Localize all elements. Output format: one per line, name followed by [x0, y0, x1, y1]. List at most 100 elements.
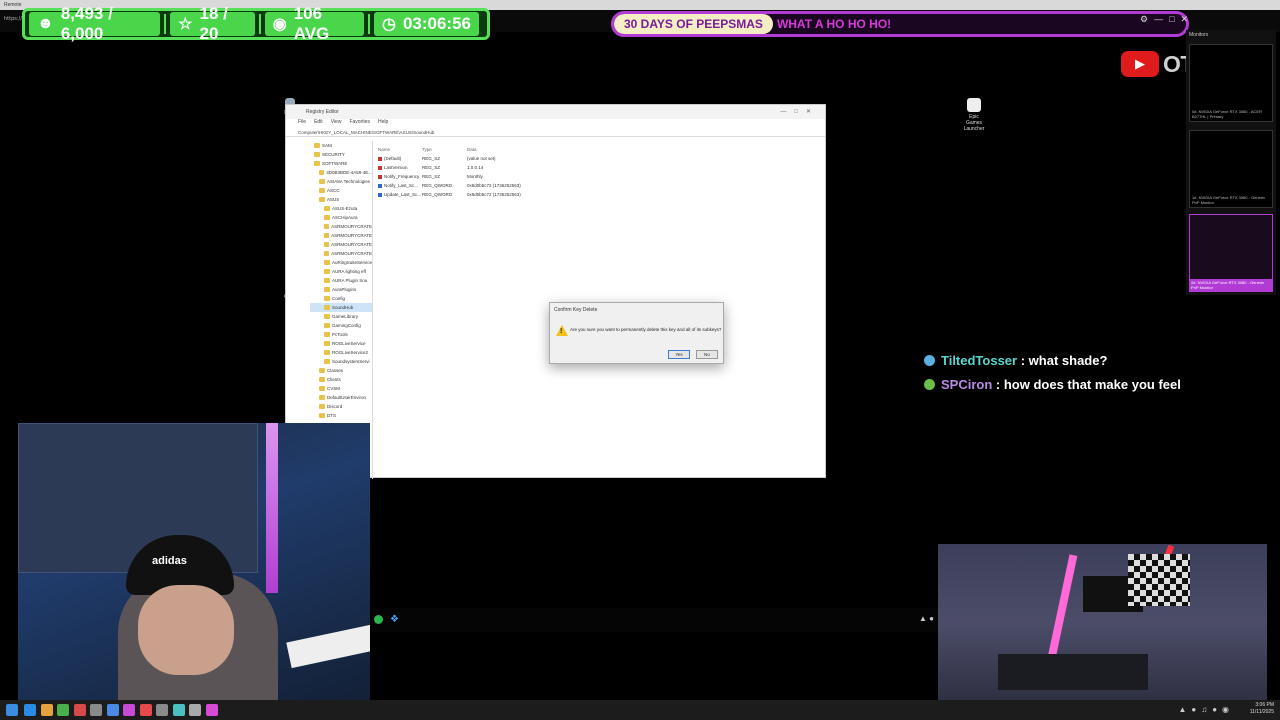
- col-type[interactable]: Type: [422, 145, 467, 154]
- taskbar-app-icon[interactable]: [73, 704, 86, 716]
- folder-icon: [319, 188, 325, 193]
- tree-node[interactable]: ASUS: [310, 195, 372, 204]
- menu-edit[interactable]: Edit: [314, 119, 323, 128]
- registry-values-list[interactable]: Name Type Data (Default) REG_SZ (value not…: [378, 145, 818, 199]
- tree-node-label: SoundsystemServi: [332, 359, 370, 364]
- taskbar-app-icon[interactable]: [139, 704, 152, 716]
- tree-node[interactable]: PcTools: [310, 330, 372, 339]
- folder-icon: [319, 368, 325, 373]
- registry-address-bar[interactable]: Computer\HKEY_LOCAL_MACHINE\SOFTWARE\ASU…: [286, 128, 825, 137]
- tray-icons[interactable]: ▲ ●: [919, 614, 934, 623]
- folder-icon: [319, 179, 325, 184]
- taskbar-app-icon[interactable]: [123, 704, 135, 716]
- tree-node[interactable]: SoundsystemServi: [310, 357, 372, 366]
- system-tray[interactable]: ▲●♫●◉: [1178, 705, 1234, 714]
- tree-node[interactable]: SAM: [310, 141, 372, 150]
- col-name[interactable]: Name: [378, 145, 422, 154]
- tree-node[interactable]: ASRMOURYCRATE: [310, 249, 372, 258]
- start-icon[interactable]: [6, 704, 18, 716]
- window-controls[interactable]: —□✕: [780, 105, 819, 119]
- monitor-thumb-0[interactable]: 0#. NVIDIA GeForce RTX 3080 - ACER B277H…: [1189, 44, 1273, 122]
- settings-icon[interactable]: ⚙: [1140, 14, 1148, 25]
- tree-node[interactable]: AURA lighting eff: [310, 267, 372, 276]
- value-row[interactable]: (Default) REG_SZ (value not set): [378, 154, 818, 163]
- tree-node[interactable]: AuraPlugins: [310, 285, 372, 294]
- tree-node[interactable]: SECURITY: [310, 150, 372, 159]
- folder-icon: [324, 269, 330, 274]
- keyboard-instrument: [286, 623, 370, 669]
- tree-node[interactable]: Clients: [310, 375, 372, 384]
- value-name: LastVersion: [378, 163, 422, 172]
- value-row[interactable]: Notify_Last_Sc... REG_QWORD 0x9d0b5c72 (17…: [378, 181, 818, 190]
- taskbar-app-icon[interactable]: [24, 704, 36, 716]
- minimize-icon[interactable]: —: [1154, 14, 1163, 25]
- no-button[interactable]: No: [696, 350, 718, 359]
- taskbar-clock[interactable]: 3:06 PM 11/11/2025: [1250, 702, 1274, 716]
- tree-node[interactable]: 3D0B3BDE-4A59-4E...: [310, 168, 372, 177]
- value-row[interactable]: Notify_Frequency REG_SZ Monthly: [378, 172, 818, 181]
- value-row[interactable]: Update_Last_Sc... REG_QWORD 0x9d0b5c72 (17…: [378, 190, 818, 199]
- tree-node[interactable]: CVSM: [310, 384, 372, 393]
- taskbar-app-icon[interactable]: [205, 704, 218, 716]
- yes-button[interactable]: Yes: [668, 350, 690, 359]
- tree-node[interactable]: DefaultUserEnviron: [310, 393, 372, 402]
- taskbar-app-icon[interactable]: [90, 704, 102, 716]
- stats-divider: [368, 14, 370, 34]
- tree-node[interactable]: SoundHub: [310, 303, 372, 312]
- epic-games-launcher-shortcut[interactable]: Epic Games Launcher: [962, 98, 986, 132]
- monitor-thumb-2[interactable]: 2#. NVIDIA GeForce RTX 3080 - Generic Pn…: [1189, 214, 1273, 292]
- tree-node[interactable]: ASCHipAura: [310, 213, 372, 222]
- maximize-icon[interactable]: □: [1169, 14, 1174, 25]
- tree-node-label: Classes: [327, 368, 344, 373]
- tree-node[interactable]: ASRMOURYCRATE: [310, 240, 372, 249]
- tree-node-label: GameLibrary: [332, 314, 359, 319]
- taskbar-app-icon[interactable]: [106, 704, 119, 716]
- folder-icon: [324, 287, 330, 292]
- app-icon[interactable]: ❖: [390, 614, 399, 625]
- tree-node[interactable]: ASUS-Ezuta: [310, 204, 372, 213]
- tree-node[interactable]: ASCC: [310, 186, 372, 195]
- tree-node[interactable]: ASRMOURYCRATE: [310, 231, 372, 240]
- tree-node[interactable]: GameLibrary: [310, 312, 372, 321]
- tree-node[interactable]: SOFTWARE: [310, 159, 372, 168]
- taskbar-app-icon[interactable]: [189, 704, 201, 716]
- folder-icon: [324, 215, 330, 220]
- monitors-panel: Monitors 0#. NVIDIA GeForce RTX 3080 - A…: [1186, 30, 1276, 295]
- tree-node[interactable]: Config: [310, 294, 372, 303]
- tree-node[interactable]: ROGLiveService2: [310, 348, 372, 357]
- value-data: (value not set): [467, 156, 496, 161]
- tree-node[interactable]: ASIA8A Technologies: [310, 177, 372, 186]
- menu-favorites[interactable]: Favorites: [349, 119, 370, 128]
- xbox-icon[interactable]: [374, 615, 383, 624]
- folder-icon: [324, 314, 330, 319]
- tree-node[interactable]: Classes: [310, 366, 372, 375]
- monitor-thumb-1[interactable]: 1#. NVIDIA GeForce RTX 3080 - Generic Pn…: [1189, 130, 1273, 208]
- col-data[interactable]: Data: [467, 145, 587, 154]
- tree-node[interactable]: AURA Plugin Sou: [310, 276, 372, 285]
- registry-titlebar[interactable]: Registry Editor —□✕: [286, 105, 825, 119]
- tree-node[interactable]: Discord: [310, 402, 372, 411]
- close-icon[interactable]: ✕: [1181, 14, 1189, 25]
- taskbar-app-icon[interactable]: [172, 704, 185, 716]
- taskbar-app-icon[interactable]: [156, 704, 168, 716]
- value-data: Monthly: [467, 174, 483, 179]
- menu-file[interactable]: File: [298, 119, 306, 128]
- tree-node-label: GamingConfig: [332, 323, 361, 328]
- tree-node[interactable]: DTS: [310, 411, 372, 420]
- menu-help[interactable]: Help: [378, 119, 388, 128]
- room-desk: [998, 654, 1148, 690]
- chat-text: how does that make you feel: [1003, 376, 1181, 392]
- tree-node[interactable]: ROGLiveService: [310, 339, 372, 348]
- registry-editor-window[interactable]: Registry Editor —□✕ File Edit View Favor…: [285, 104, 826, 479]
- chat-badge-icon: [924, 378, 935, 390]
- tree-node[interactable]: AuRingSuiteService: [310, 258, 372, 267]
- tree-node[interactable]: GamingConfig: [310, 321, 372, 330]
- taskbar-app-icon[interactable]: [40, 704, 53, 716]
- tree-node[interactable]: ASRMOURYCRATE: [310, 222, 372, 231]
- menu-view[interactable]: View: [331, 119, 342, 128]
- value-type: REG_SZ: [422, 156, 441, 161]
- taskbar-app-icon[interactable]: [57, 704, 69, 716]
- value-row[interactable]: LastVersion REG_SZ 1.0.0.14: [378, 163, 818, 172]
- clock-date: 11/11/2025: [1249, 709, 1274, 715]
- folder-icon: [324, 341, 330, 346]
